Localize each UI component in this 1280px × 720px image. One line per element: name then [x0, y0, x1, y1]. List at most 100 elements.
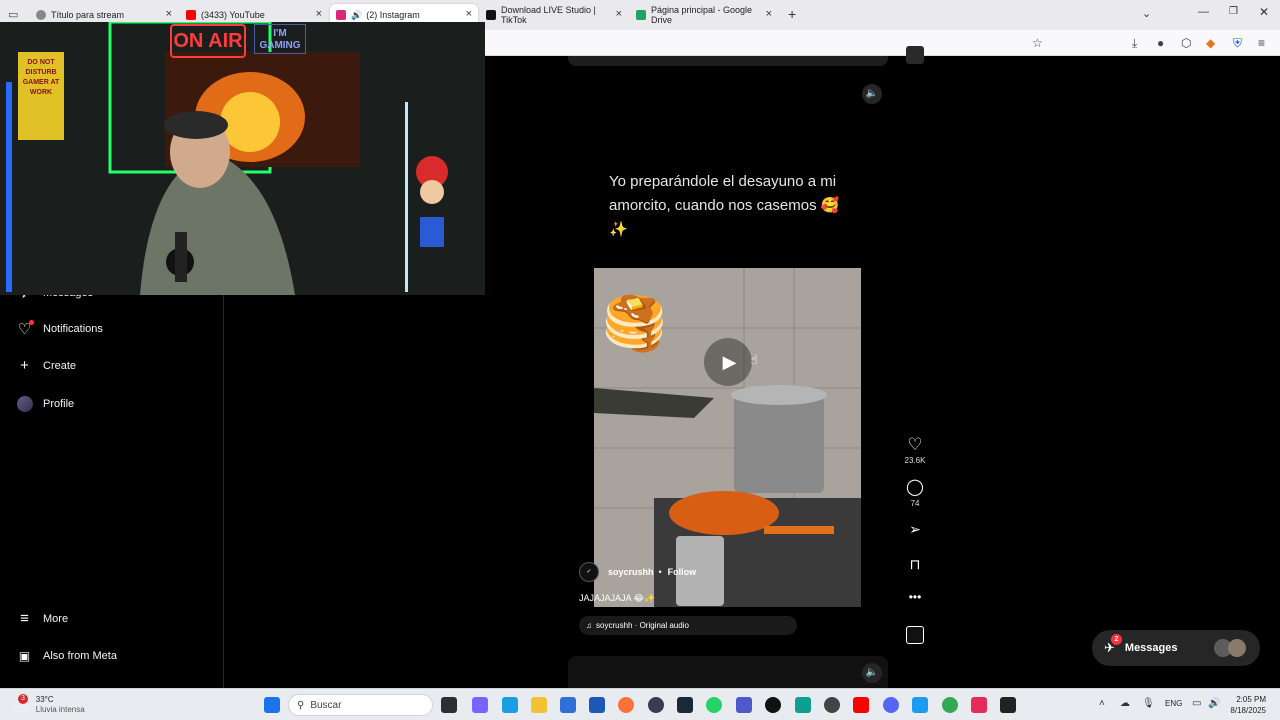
teams-icon[interactable] — [736, 697, 752, 713]
prev-audio-thumb[interactable] — [906, 46, 924, 64]
reel-text-overlay: Yo preparándole el desayuno a mi amorcit… — [609, 173, 840, 238]
sidebar-item-profile[interactable]: Profile — [16, 395, 74, 412]
more-options-icon[interactable]: ••• — [903, 590, 927, 604]
previous-post-edge — [568, 56, 888, 66]
menu-icon[interactable]: ≡ — [1258, 36, 1265, 50]
taskbar-search[interactable]: ⚲ Buscar — [288, 694, 433, 716]
sidebar-item-more[interactable]: ≡ More — [16, 610, 68, 627]
pancake-emoji: 🥞 — [602, 295, 667, 353]
windows-start-icon[interactable] — [264, 697, 280, 713]
language-indicator[interactable]: ENG — [1165, 699, 1182, 708]
comment-icon[interactable]: ◯ — [903, 479, 927, 497]
meta-apps-icon: ▣ — [18, 648, 31, 663]
speaker-icon[interactable]: 🔈 — [862, 663, 882, 683]
messages-badge: 2 — [1111, 634, 1122, 645]
restore-icon[interactable]: ❐ — [1229, 6, 1238, 17]
close-window-icon[interactable]: ✕ — [1259, 5, 1269, 19]
minimize-icon[interactable]: — — [1198, 6, 1209, 18]
weather-badge: 3 — [18, 693, 28, 704]
tab-google-drive[interactable]: Página principal - Google Drive × — [630, 4, 778, 26]
tiktok-icon[interactable] — [765, 697, 781, 713]
discord-icon[interactable] — [883, 697, 899, 713]
copilot-icon[interactable] — [472, 697, 488, 713]
tab-tiktok[interactable]: Download LIVE Studio | TikTok × — [480, 4, 628, 26]
microphone-icon[interactable]: 🎙 — [1142, 698, 1155, 709]
outlook-icon[interactable] — [589, 697, 605, 713]
reel-video[interactable]: 🥞 ▶ ☝ — [594, 268, 861, 607]
app-icon[interactable] — [912, 697, 928, 713]
heart-icon: ♡ — [16, 320, 34, 338]
heart-icon[interactable]: ♡ — [903, 436, 927, 454]
plus-icon: + — [20, 357, 29, 374]
metamask-icon[interactable]: ◆ — [1206, 36, 1215, 50]
tab-label: Página principal - Google Drive — [651, 5, 753, 25]
tab-label: Download LIVE Studio | TikTok — [501, 5, 596, 25]
app-icon[interactable] — [824, 697, 840, 713]
account-icon[interactable]: ● — [1157, 36, 1164, 50]
sidebar-item-notifications[interactable]: ♡ Notifications — [16, 320, 103, 338]
clock-date: 8/18/2025 — [1230, 706, 1266, 715]
cloud-icon[interactable]: ☁ — [1120, 698, 1130, 709]
save-bookmark-icon[interactable]: ⊓ — [903, 556, 927, 573]
author-username[interactable]: soycrushh — [608, 567, 654, 577]
task-view-icon[interactable] — [441, 697, 457, 713]
chrome-icon[interactable] — [942, 697, 958, 713]
sidebar-item-create[interactable]: + Create — [16, 357, 76, 374]
close-tab-icon[interactable]: × — [166, 8, 172, 20]
shield-icon[interactable]: ⛨ — [1233, 36, 1242, 51]
whatsapp-icon[interactable] — [706, 697, 722, 713]
audio-thumbnail[interactable] — [906, 626, 924, 644]
next-post-edge — [568, 656, 888, 688]
close-tab-icon[interactable]: × — [766, 8, 772, 20]
capcut-icon[interactable] — [1000, 697, 1016, 713]
author-avatar[interactable]: ✓ — [579, 562, 599, 582]
close-tab-icon[interactable]: × — [466, 8, 472, 20]
extensions-icon[interactable]: ⬡ — [1181, 36, 1191, 50]
share-icon[interactable]: ➢ — [903, 521, 927, 538]
new-tab-button[interactable]: + — [788, 6, 796, 22]
close-tab-icon[interactable]: × — [316, 8, 322, 20]
obs-icon[interactable] — [648, 697, 664, 713]
google-drive-icon — [636, 10, 646, 20]
clock[interactable]: 2:05 PM 8/18/2025 — [1222, 694, 1266, 716]
post-caption: JAJAJAJAJA 😂✨ — [579, 593, 656, 603]
chevron-down-icon[interactable]: ⌄ — [1142, 7, 1151, 20]
do-not-disturb-sign: DO NOT DISTURB GAMER AT WORK — [22, 59, 60, 96]
download-icon[interactable]: ⤓ — [1132, 36, 1137, 51]
bookmark-star-icon[interactable]: ☆ — [1032, 36, 1043, 50]
speaker-icon[interactable]: 🔊 — [351, 10, 362, 21]
app-icon[interactable] — [795, 697, 811, 713]
like-action[interactable]: ♡ 23.6K — [903, 436, 927, 466]
firefox-icon[interactable] — [618, 697, 634, 713]
close-tab-icon[interactable]: × — [616, 8, 622, 20]
comment-count: 74 — [910, 499, 920, 508]
messages-label: Messages — [1124, 642, 1178, 654]
sidebar-item-label: Create — [43, 359, 77, 372]
play-button[interactable]: ▶ — [704, 338, 752, 386]
edge-icon[interactable] — [502, 697, 518, 713]
sidebar-item-label: Notifications — [43, 322, 103, 335]
tab-label: (3433) YouTube — [201, 10, 265, 20]
tab-list-icon[interactable]: ▭ — [8, 8, 18, 21]
follow-button[interactable]: Follow — [668, 567, 697, 577]
store-icon[interactable] — [560, 697, 576, 713]
tiktok-icon — [486, 10, 496, 20]
gaming-sign: I'M GAMING — [254, 24, 306, 54]
file-explorer-icon[interactable] — [531, 697, 547, 713]
webcam-scene — [0, 22, 485, 295]
steam-icon[interactable] — [677, 697, 693, 713]
weather-widget[interactable]: 🌧 3 33°C Lluvia intensa — [12, 693, 85, 715]
music-note-icon: ♫ — [586, 621, 592, 630]
display-icon[interactable]: ▭ — [1192, 698, 1201, 709]
youtube-icon[interactable] — [853, 697, 869, 713]
speaker-icon[interactable]: 🔈 — [862, 84, 882, 104]
weather-rain-icon: 🌧 3 — [12, 693, 30, 713]
sidebar-item-also-from-meta[interactable]: ▣ Also from Meta — [16, 647, 117, 664]
comment-action[interactable]: ◯ 74 — [903, 479, 927, 508]
play-icon: ▶ — [722, 351, 737, 372]
chevron-up-icon[interactable]: ˄ — [1099, 698, 1105, 709]
volume-icon[interactable]: 🔊 — [1208, 698, 1220, 709]
tiktok-live-icon[interactable] — [971, 697, 987, 713]
messages-pill[interactable]: ✈ 2 Messages — [1092, 630, 1260, 666]
audio-chip[interactable]: ♫ soycrushh · Original audio — [579, 616, 797, 635]
